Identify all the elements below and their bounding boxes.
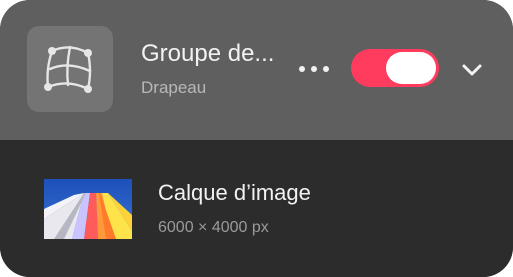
more-dot-icon — [323, 66, 329, 72]
toggle-knob — [386, 52, 436, 84]
image-layer-row[interactable]: Calque d’image 6000 × 4000 px — [0, 140, 513, 277]
layers-panel: Groupe de... Drapeau Calque d’image 6000… — [0, 0, 513, 277]
layer-dimensions: 6000 × 4000 px — [158, 219, 269, 236]
more-options-button[interactable] — [294, 58, 334, 80]
group-title: Groupe de... — [141, 40, 275, 67]
layer-title: Calque d’image — [158, 180, 311, 205]
warp-mesh-icon — [27, 26, 113, 112]
chevron-down-icon[interactable] — [458, 56, 486, 84]
group-subtitle: Drapeau — [141, 78, 207, 97]
visibility-toggle[interactable] — [351, 49, 439, 87]
image-thumbnail — [44, 179, 132, 239]
more-dot-icon — [299, 66, 305, 72]
more-dot-icon — [311, 66, 317, 72]
group-layer-row[interactable]: Groupe de... Drapeau — [0, 0, 513, 140]
